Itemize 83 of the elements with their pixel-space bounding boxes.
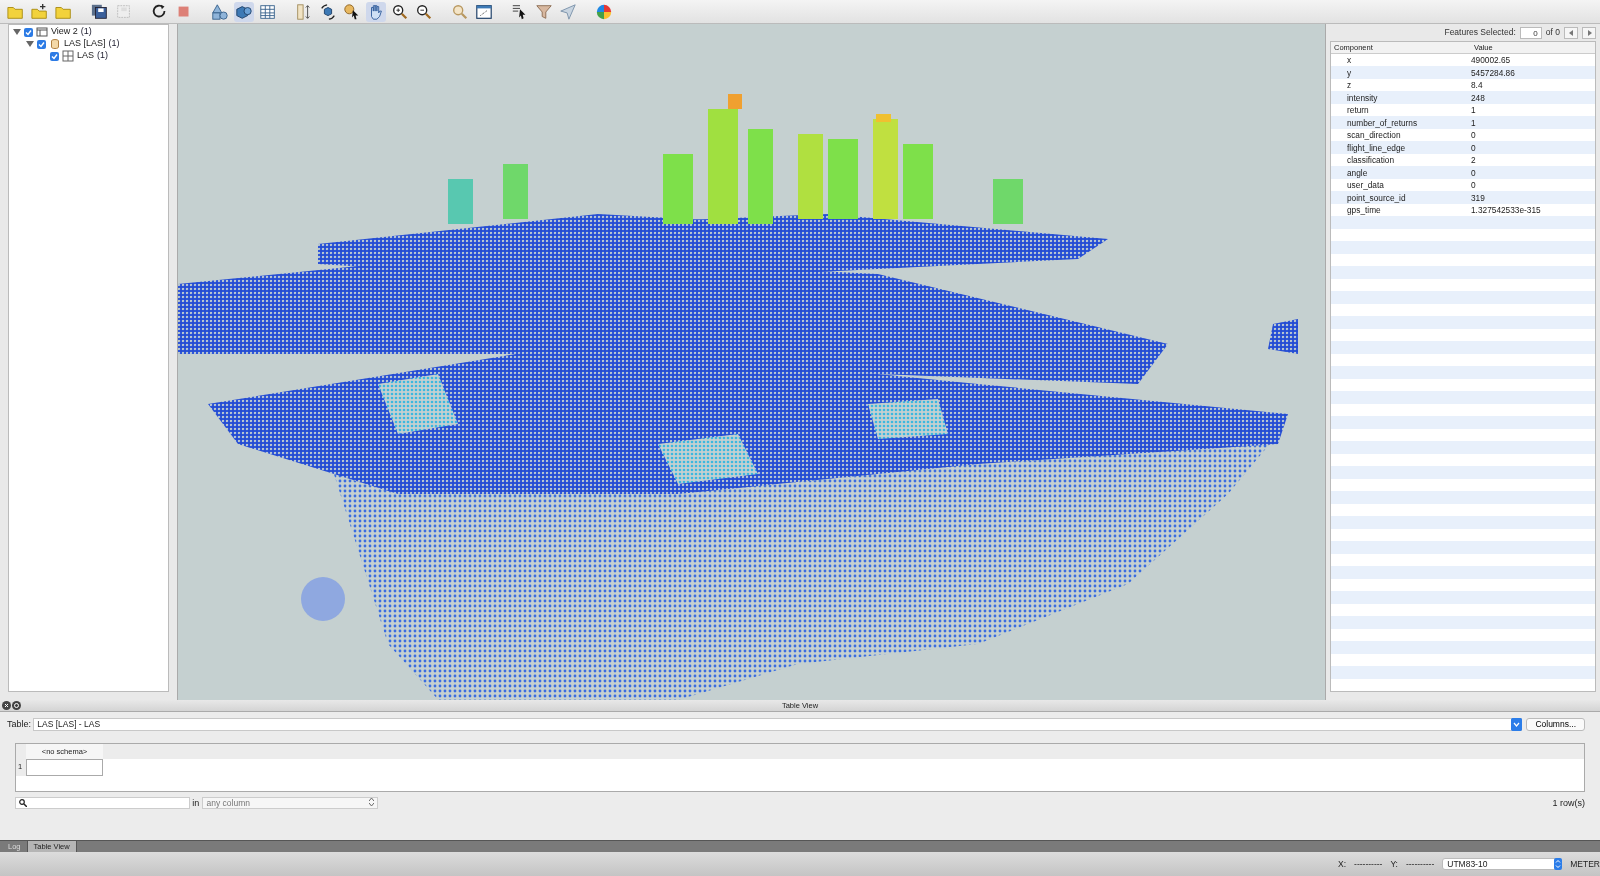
send-icon (559, 2, 577, 21)
component-value: 1 (1471, 116, 1477, 129)
component-name: gps_time (1346, 204, 1382, 217)
stepper-icon (368, 798, 374, 807)
right-arrow-icon (1586, 29, 1592, 36)
filter-icon (535, 2, 553, 21)
grid-icon (62, 50, 74, 62)
layer-name[interactable]: LAS (77, 49, 94, 63)
zoom-out-icon (415, 2, 433, 21)
component-value: 248 (1471, 91, 1486, 104)
component-name: x (1346, 54, 1353, 67)
selected-count-field[interactable]: 0 (1519, 26, 1542, 39)
component-name: user_data (1346, 179, 1385, 192)
info-search-icon (451, 2, 469, 21)
x-label: X: (1338, 857, 1347, 871)
rotate-cube-icon (319, 2, 337, 21)
y-coordinate: ---------- (1405, 857, 1435, 871)
expand-toggle-icon[interactable] (13, 28, 21, 36)
y-label: Y: (1390, 857, 1398, 871)
component-value: 319 (1471, 191, 1486, 204)
features-selected-label: Features Selected: (1444, 26, 1516, 39)
search-icon (19, 799, 27, 808)
row-count: 1 row(s) (1552, 796, 1585, 810)
component-name: return (1346, 104, 1370, 117)
next-button[interactable] (1582, 26, 1596, 39)
table-label: Table: (7, 718, 32, 731)
color-wheel-icon (595, 2, 613, 21)
layer-count: (1) (80, 25, 92, 39)
unit-label: METER (1570, 857, 1600, 871)
component-name: number_of_returns (1346, 116, 1419, 129)
component-value: 0 (1471, 179, 1477, 192)
layer-checkbox[interactable] (37, 39, 46, 49)
zoom-in-icon (391, 2, 409, 21)
layer-checkbox[interactable] (50, 51, 59, 61)
previous-button[interactable] (1564, 26, 1578, 39)
component-value: 490002.65 (1471, 54, 1512, 67)
x-coordinate: ---------- (1354, 857, 1383, 871)
stepper-icon (1554, 858, 1563, 870)
component-name: scan_direction (1346, 129, 1402, 142)
component-name: angle (1346, 166, 1369, 179)
component-value: 0 (1471, 166, 1477, 179)
component-value: 8.4 (1471, 79, 1484, 92)
left-arrow-icon (1568, 29, 1574, 36)
component-value: 2 (1471, 154, 1477, 167)
shapes-icon (211, 2, 229, 21)
component-value: 1.327542533e-315 (1471, 204, 1542, 217)
crs-select[interactable]: UTM83-10 (1442, 858, 1563, 870)
in-label: in (192, 796, 200, 810)
folder-add-button[interactable] (30, 1, 50, 22)
window-icon (475, 2, 493, 21)
component-name: flight_line_edge (1346, 141, 1407, 154)
cube-sphere-button[interactable] (234, 1, 254, 22)
table-select[interactable]: LAS [LAS] - LAS (33, 718, 1522, 732)
table-icon (259, 2, 277, 21)
info-pointer-icon (343, 2, 361, 21)
restore-icon[interactable] (12, 701, 21, 710)
component-name: y (1346, 66, 1353, 79)
hand-button[interactable] (366, 1, 386, 22)
send-button[interactable] (558, 1, 578, 22)
component-value: 0 (1471, 129, 1477, 142)
dropdown-arrow-icon (1510, 718, 1522, 732)
total-count: of 0 (1545, 26, 1560, 39)
layer-checkbox[interactable] (24, 27, 33, 37)
search-field[interactable] (15, 797, 190, 810)
component-name: point_source_id (1346, 191, 1407, 204)
layer-name[interactable]: View 2 (51, 25, 78, 39)
component-value: 0 (1471, 141, 1477, 154)
columns-button[interactable]: Columns... (1526, 718, 1585, 732)
database-icon (49, 38, 61, 50)
layer-count: (1) (97, 49, 108, 63)
column-select[interactable]: any column (201, 797, 378, 810)
save-icon (91, 2, 109, 21)
layer-name[interactable]: LAS [LAS] (64, 37, 106, 51)
component-name: z (1346, 79, 1353, 92)
component-name: intensity (1346, 91, 1379, 104)
close-icon[interactable] (2, 701, 11, 710)
component-value: 5457284.86 (1471, 66, 1516, 79)
folder-add-icon (31, 2, 49, 21)
component-name: classification (1346, 154, 1396, 167)
expand-toggle-icon[interactable] (26, 40, 34, 48)
shapes-button[interactable] (210, 1, 230, 22)
component-value: 1 (1471, 104, 1477, 117)
layer-count: (1) (108, 37, 120, 51)
